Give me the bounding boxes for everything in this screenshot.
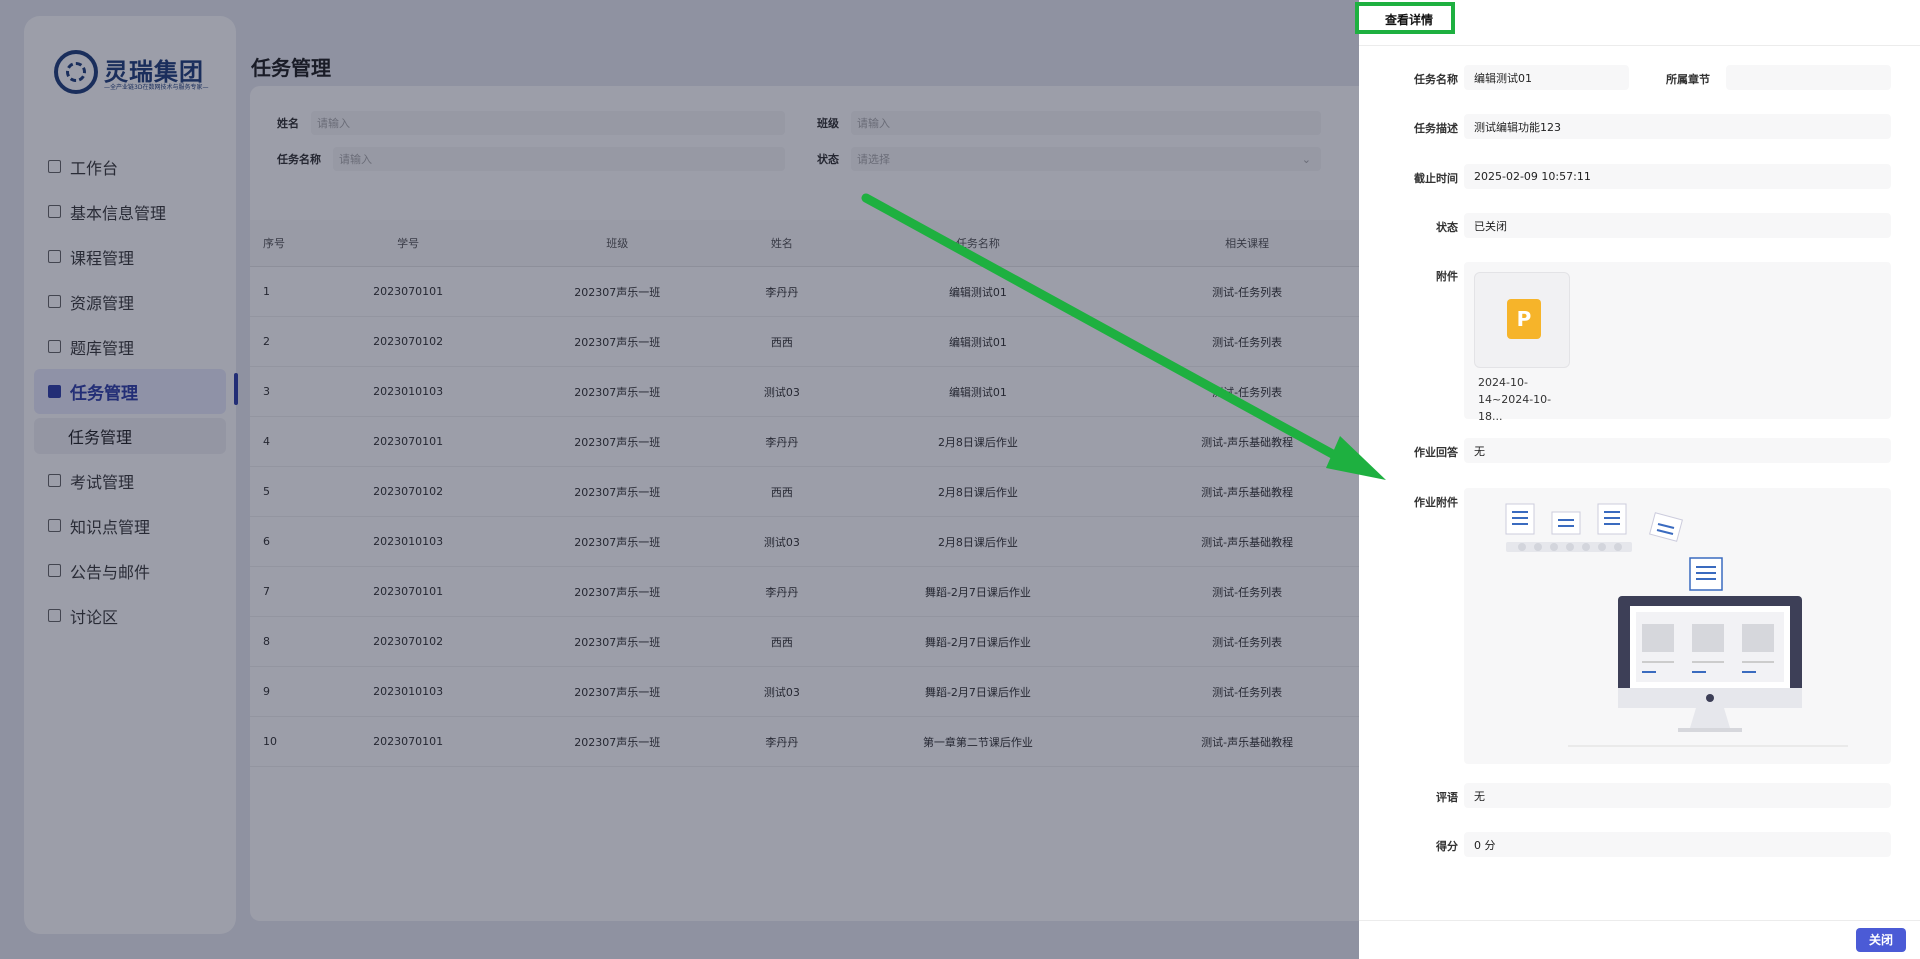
- annotation-arrow-icon: [861, 193, 1386, 480]
